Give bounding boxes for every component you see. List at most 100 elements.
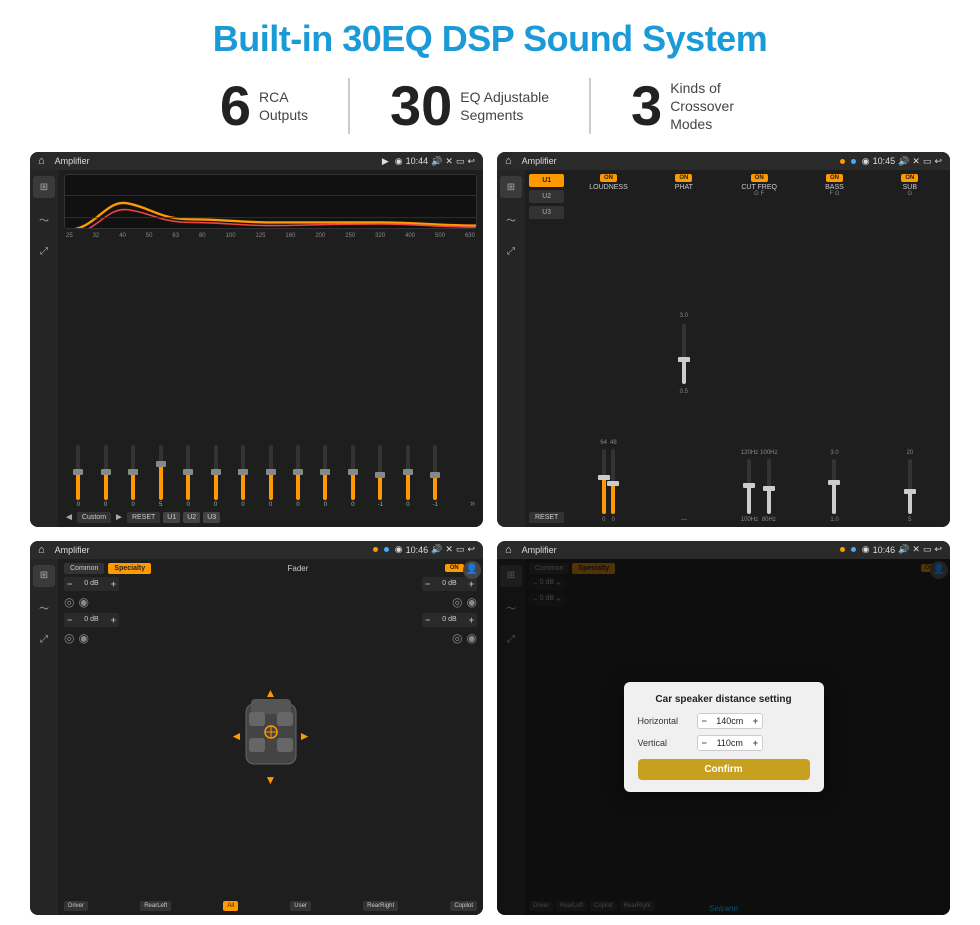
fader-fr-minus[interactable]: − — [425, 579, 430, 589]
fader-copilot-btn[interactable]: Copilot — [450, 901, 477, 911]
fader-common-tab[interactable]: Common — [64, 563, 104, 574]
eq-slider-9[interactable]: 0 — [313, 445, 337, 508]
eq-slider-12[interactable]: 0 — [396, 445, 420, 508]
home-icon-amp[interactable]: ⌂ — [505, 155, 512, 167]
sidebar-wave-icon-amp[interactable]: 〜 — [500, 208, 522, 230]
status-dot-amp2 — [851, 159, 856, 164]
fader-speaker-rl: ◎ ◉ — [64, 631, 119, 645]
amp-cutfreq-on[interactable]: ON — [751, 174, 768, 182]
fader-screen-content: ⊞ 〜 ⤢ Common Specialty Fader ON ||| — [30, 559, 483, 916]
status-dot-fader2 — [384, 547, 389, 552]
eq-custom-btn[interactable]: Custom — [77, 512, 111, 523]
eq-slider-3[interactable]: 5 — [148, 445, 172, 508]
arrow-down-icon[interactable]: ▼ — [265, 773, 277, 787]
eq-slider-13[interactable]: -1 — [423, 445, 447, 508]
eq-u3-btn[interactable]: U3 — [203, 512, 220, 523]
fader-on-badge[interactable]: ON — [445, 564, 464, 572]
fader-user-btn[interactable]: User — [290, 901, 311, 911]
eq-slider-4[interactable]: 0 — [176, 445, 200, 508]
amp-u1-btn[interactable]: U1 — [529, 174, 564, 187]
fader-fr-plus[interactable]: + — [469, 579, 474, 589]
arrow-left-icon[interactable]: ◄ — [231, 729, 243, 743]
home-icon-dialog[interactable]: ⌂ — [505, 544, 512, 556]
sidebar-expand-fader[interactable]: ⤢ — [33, 629, 55, 651]
eq-main-area: 25 32 40 50 63 80 100 125 160 200 250 32… — [58, 170, 483, 527]
confirm-button[interactable]: Confirm — [638, 759, 810, 780]
fader-car-diagram: ▲ — [241, 577, 301, 897]
fader-rearleft-btn[interactable]: RearLeft — [140, 901, 171, 911]
amp-loudness-on[interactable]: ON — [600, 174, 617, 182]
eq-slider-6[interactable]: 0 — [231, 445, 255, 508]
eq-sidebar: ⊞ 〜 ⤢ — [30, 170, 58, 527]
sidebar-wave-fader[interactable]: 〜 — [33, 597, 55, 619]
window-icon-amp: ▭ — [923, 156, 932, 167]
eq-slider-7[interactable]: 0 — [258, 445, 282, 508]
amp-bass-on[interactable]: ON — [826, 174, 843, 182]
eq-u1-btn[interactable]: U1 — [163, 512, 180, 523]
home-icon[interactable]: ⌂ — [38, 155, 45, 167]
statusbar-eq-title: Amplifier — [55, 156, 376, 166]
fader-specialty-tab[interactable]: Specialty — [108, 563, 151, 574]
fader-buttons-row: Driver RearLeft All User RearRight Copil… — [64, 901, 477, 911]
status-dot-fader — [373, 547, 378, 552]
eq-reset-btn[interactable]: RESET — [127, 512, 160, 523]
home-icon-fader[interactable]: ⌂ — [38, 544, 45, 556]
dialog-vertical-plus[interactable]: + — [753, 738, 758, 748]
eq-next-arrow[interactable]: ► — [114, 512, 124, 523]
speaker-rr-icon2: ◉ — [467, 631, 477, 645]
speaker-fl-icon2: ◉ — [78, 595, 88, 609]
dialog-horizontal-plus[interactable]: + — [753, 716, 758, 726]
stat-crossover-label: Kinds ofCrossover Modes — [670, 79, 760, 134]
amp-reset-btn[interactable]: RESET — [529, 512, 564, 523]
fader-fl-plus[interactable]: + — [111, 579, 116, 589]
fader-fl-minus[interactable]: − — [67, 579, 72, 589]
eq-slider-5[interactable]: 0 — [203, 445, 227, 508]
amp-screen-content: ⊞ 〜 ⤢ U1 U2 U3 RESET — [497, 170, 950, 527]
fader-db-rl: − 0 dB + — [64, 613, 119, 627]
eq-slider-2[interactable]: 0 — [121, 445, 145, 508]
speaker-rl-icon2: ◉ — [78, 631, 88, 645]
amp-sub-on[interactable]: ON — [901, 174, 918, 182]
page-title: Built-in 30EQ DSP Sound System — [213, 18, 767, 60]
speaker-fl-icon: ◎ — [64, 595, 74, 609]
eq-slider-1[interactable]: 0 — [93, 445, 117, 508]
amp-phat-on[interactable]: ON — [675, 174, 692, 182]
sidebar-expand-icon[interactable]: ⤢ — [33, 240, 55, 262]
fader-driver-btn[interactable]: Driver — [64, 901, 88, 911]
dialog-horizontal-minus[interactable]: − — [702, 716, 707, 726]
fader-all-btn[interactable]: All — [223, 901, 238, 911]
dialog-vertical-minus[interactable]: − — [702, 738, 707, 748]
eq-graph — [64, 174, 477, 229]
dialog-horizontal-label: Horizontal — [638, 716, 693, 726]
eq-slider-0[interactable]: 0 — [66, 445, 90, 508]
eq-prev-arrow[interactable]: ◄ — [64, 512, 74, 523]
sidebar-eq-icon-amp[interactable]: ⊞ — [500, 176, 522, 198]
back-icon: ↩ — [467, 156, 475, 167]
fader-sidebar: ⊞ 〜 ⤢ — [30, 559, 58, 916]
sidebar-icon-fader[interactable]: ⊞ — [33, 565, 55, 587]
fader-rr-plus[interactable]: + — [469, 615, 474, 625]
eq-expand[interactable]: » — [451, 498, 475, 508]
sidebar-expand-icon-amp[interactable]: ⤢ — [500, 240, 522, 262]
fader-car-wrap: ▲ — [241, 694, 301, 779]
fader-rearright-btn[interactable]: RearRight — [363, 901, 398, 911]
fader-rl-plus[interactable]: + — [111, 615, 116, 625]
arrow-up-icon[interactable]: ▲ — [265, 686, 277, 700]
stat-crossover-number: 3 — [631, 78, 662, 134]
volume-icon-amp: 🔊 — [898, 156, 909, 167]
location-icon-fader: ◉ — [395, 544, 403, 555]
eq-slider-11[interactable]: -1 — [368, 445, 392, 508]
sidebar-eq-icon[interactable]: ⊞ — [33, 176, 55, 198]
fader-controls-right: − 0 dB + ◎ ◉ − 0 dB + — [422, 577, 477, 897]
eq-u2-btn[interactable]: U2 — [183, 512, 200, 523]
fader-rl-minus[interactable]: − — [67, 615, 72, 625]
sidebar-wave-icon[interactable]: 〜 — [33, 208, 55, 230]
volume-icon: 🔊 — [431, 156, 442, 167]
arrow-right-icon[interactable]: ► — [299, 729, 311, 743]
dialog-vertical-value: 110cm — [710, 738, 750, 748]
fader-rr-minus[interactable]: − — [425, 615, 430, 625]
amp-u3-btn[interactable]: U3 — [529, 206, 564, 219]
eq-slider-10[interactable]: 0 — [341, 445, 365, 508]
eq-slider-8[interactable]: 0 — [286, 445, 310, 508]
amp-u2-btn[interactable]: U2 — [529, 190, 564, 203]
